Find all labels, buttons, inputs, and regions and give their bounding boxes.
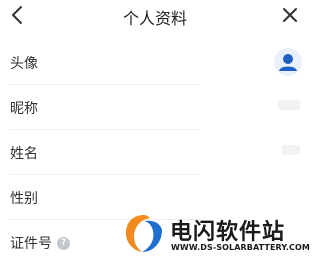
row-label-avatar: 头像 <box>10 56 38 72</box>
watermark: 电闪软件站 WWW.DS-SOLARBATTERY.COM <box>122 212 310 260</box>
row-label-id-number: 证件号? <box>10 233 70 253</box>
close-button[interactable] <box>278 3 302 27</box>
row-label-nickname: 昵称 <box>10 101 38 117</box>
nickname-value-blurred <box>278 100 300 110</box>
close-icon <box>283 8 297 22</box>
row-avatar[interactable]: 头像 <box>0 40 310 84</box>
profile-page: 个人资料 头像 昵称 姓名 性别 证件号 ? 电闪软件站 WWW.DS-SOLA… <box>0 0 310 263</box>
watermark-title: 电闪软件站 <box>170 220 286 245</box>
site-logo-icon <box>125 215 162 252</box>
row-label-gender: 性别 <box>10 191 38 207</box>
name-value-blurred <box>282 145 300 155</box>
row-label-name: 姓名 <box>10 146 38 162</box>
id-number-label: 证件号 <box>10 236 52 252</box>
row-name[interactable]: 姓名 <box>0 130 310 174</box>
page-title: 个人资料 <box>122 9 187 28</box>
row-nickname[interactable]: 昵称 <box>0 85 310 129</box>
avatar[interactable] <box>274 48 302 76</box>
watermark-url: WWW.DS-SOLARBATTERY.COM <box>171 243 310 252</box>
header-bar: 个人资料 <box>0 0 310 30</box>
user-avatar-icon <box>279 54 297 71</box>
question-icon[interactable]: ? <box>57 236 70 250</box>
